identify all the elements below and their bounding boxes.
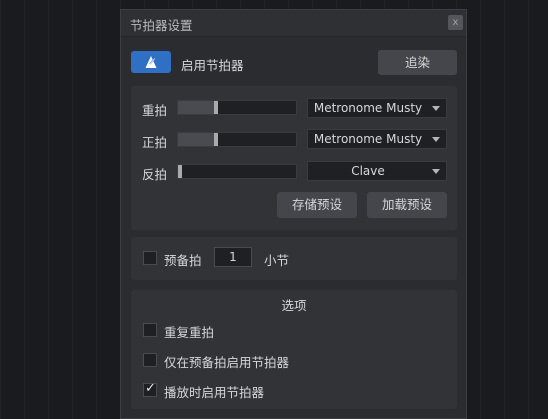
offbeat-sound-dropdown[interactable]: Clave xyxy=(307,161,447,181)
dropdown-value: Metronome Musty xyxy=(313,101,423,115)
options-title: 选项 xyxy=(281,298,307,313)
precount-only-checkbox[interactable] xyxy=(143,353,157,367)
metronome-settings-dialog: 节拍器设置 x 启用节拍器 追染 重拍 Metronome Musty 正拍 M… xyxy=(120,9,467,419)
repeat-accent-label: 重复重拍 xyxy=(164,325,215,340)
save-preset-button[interactable]: 存储预设 xyxy=(277,192,357,218)
dropdown-value: Clave xyxy=(351,164,385,178)
close-button[interactable]: x xyxy=(448,15,463,30)
slider-thumb[interactable] xyxy=(214,101,218,114)
accent-level-slider[interactable] xyxy=(177,100,297,115)
precount-panel: 预备拍 1 小节 xyxy=(131,237,457,280)
options-panel: 选项 重复重拍 仅在预备拍启用节拍器 ✓ 播放时启用节拍器 xyxy=(131,290,457,409)
beat-label: 正拍 xyxy=(142,135,168,150)
render-button[interactable]: 追染 xyxy=(378,50,457,75)
bars-unit-label: 小节 xyxy=(264,253,290,268)
enable-metronome-label: 启用节拍器 xyxy=(181,58,244,73)
slider-fill xyxy=(178,101,216,114)
chevron-down-icon xyxy=(432,137,440,142)
sound-settings-panel: 重拍 Metronome Musty 正拍 Metronome Musty 反拍… xyxy=(131,86,457,230)
enable-during-playback-label: 播放时启用节拍器 xyxy=(164,385,265,400)
offbeat-label: 反拍 xyxy=(142,167,168,182)
precount-label: 预备拍 xyxy=(164,253,202,268)
checkmark-icon: ✓ xyxy=(145,381,156,396)
dialog-title: 节拍器设置 xyxy=(130,18,193,33)
precount-only-label: 仅在预备拍启用节拍器 xyxy=(164,355,290,370)
precount-bars-input[interactable]: 1 xyxy=(214,247,252,267)
load-preset-button[interactable]: 加载预设 xyxy=(367,192,447,218)
offbeat-level-slider[interactable] xyxy=(177,164,297,179)
beat-sound-dropdown[interactable]: Metronome Musty xyxy=(307,129,447,149)
beat-level-slider[interactable] xyxy=(177,132,297,147)
dropdown-value: Metronome Musty xyxy=(313,132,423,146)
metronome-toggle-button[interactable] xyxy=(131,51,171,73)
chevron-down-icon xyxy=(432,169,440,174)
slider-fill xyxy=(178,133,216,146)
metronome-icon xyxy=(145,56,157,68)
precount-checkbox[interactable] xyxy=(143,251,157,265)
close-icon: x xyxy=(452,17,459,28)
slider-thumb[interactable] xyxy=(178,165,182,178)
title-bar[interactable]: 节拍器设置 x xyxy=(121,10,466,37)
slider-thumb[interactable] xyxy=(214,133,218,146)
accent-label: 重拍 xyxy=(142,103,168,118)
enable-during-playback-checkbox[interactable]: ✓ xyxy=(143,381,157,397)
chevron-down-icon xyxy=(432,106,440,111)
repeat-accent-checkbox[interactable] xyxy=(143,323,157,337)
accent-sound-dropdown[interactable]: Metronome Musty xyxy=(307,98,447,118)
